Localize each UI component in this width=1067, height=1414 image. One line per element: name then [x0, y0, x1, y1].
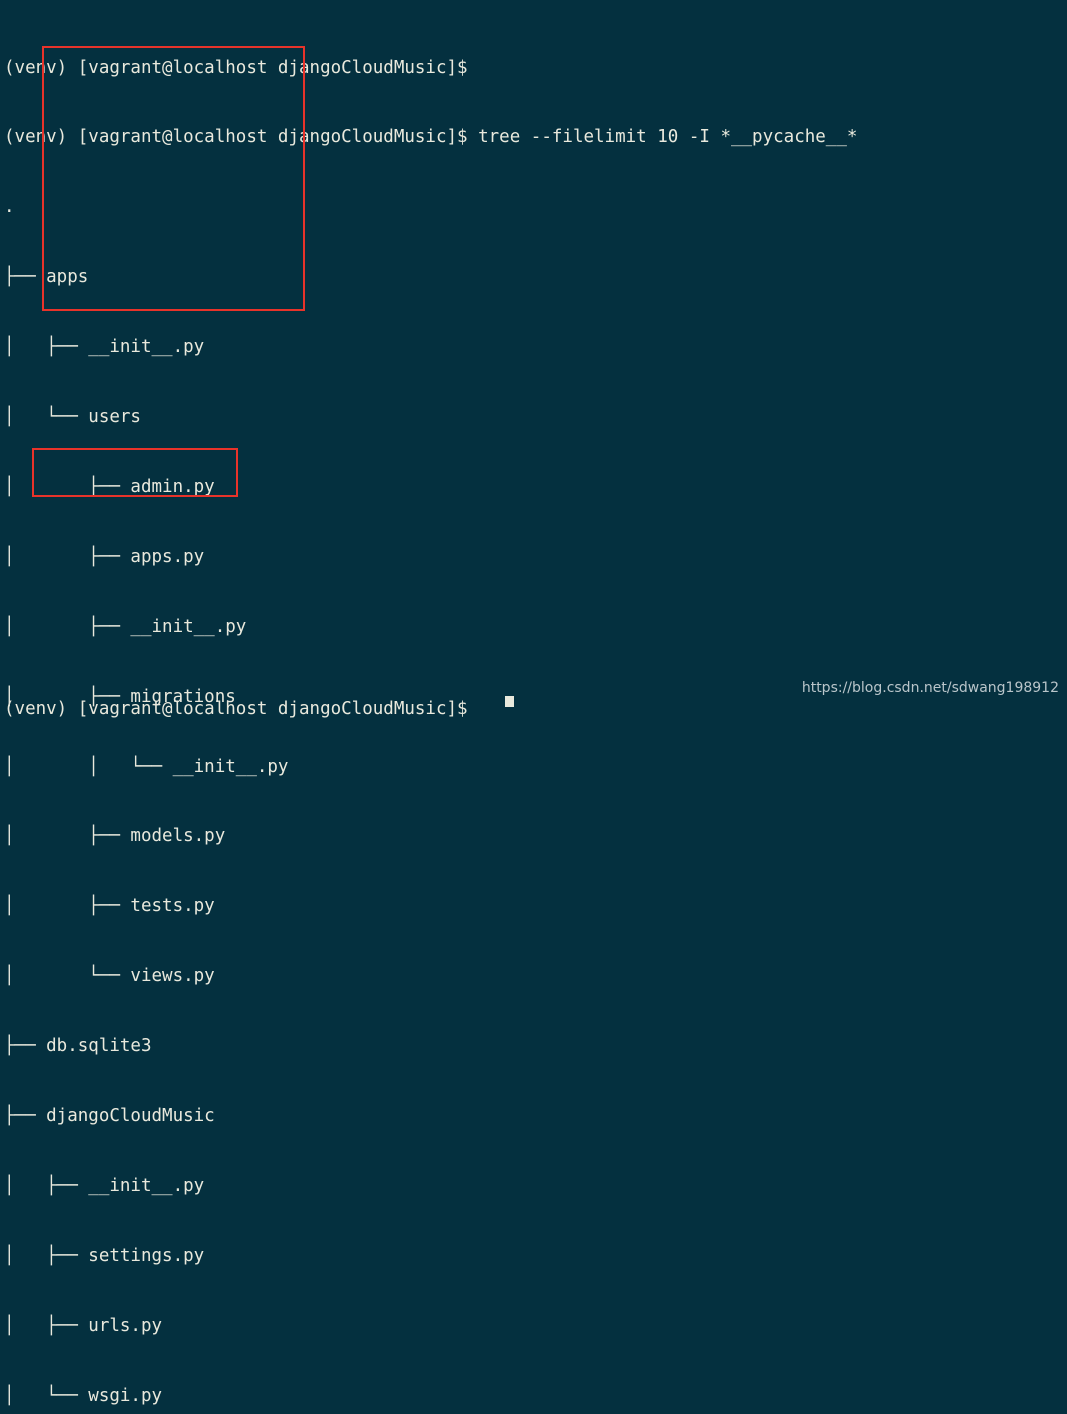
terminal-window[interactable]: (venv) [vagrant@localhost djangoCloudMus…	[0, 0, 1067, 1406]
prompt-line-command: (venv) [vagrant@localhost djangoCloudMus…	[4, 127, 858, 148]
tree-line: │ ├── urls.py	[4, 1315, 163, 1336]
tree-line: │ ├── __init__.py	[4, 1175, 205, 1196]
terminal-cursor	[505, 696, 514, 707]
tree-line: │ ├── apps.py	[4, 546, 205, 567]
tree-line: │ ├── settings.py	[4, 1245, 205, 1266]
tree-line: │ └── views.py	[4, 966, 215, 987]
tree-line: │ ├── tests.py	[4, 896, 215, 917]
tree-line: │ ├── models.py	[4, 826, 226, 847]
watermark: https://blog.csdn.net/sdwang198912	[801, 680, 1059, 696]
bottom-prompt-line: (venv) [vagrant@localhost djangoCloudMus…	[4, 699, 468, 719]
tree-line: │ ├── admin.py	[4, 476, 215, 497]
tree-line: │ │ └── __init__.py	[4, 756, 289, 777]
tree-line: ├── db.sqlite3	[4, 1036, 152, 1057]
tree-line: │ ├── __init__.py	[4, 616, 247, 637]
tree-line: ├── djangoCloudMusic	[4, 1105, 215, 1126]
prompt-line-previous: (venv) [vagrant@localhost djangoCloudMus…	[4, 57, 468, 78]
tree-line: ├── apps	[4, 267, 89, 288]
tree-line: │ └── users	[4, 407, 141, 428]
tree-line: │ ├── __init__.py	[4, 337, 205, 358]
tree-line: .	[4, 197, 15, 218]
tree-line: │ └── wsgi.py	[4, 1385, 163, 1406]
